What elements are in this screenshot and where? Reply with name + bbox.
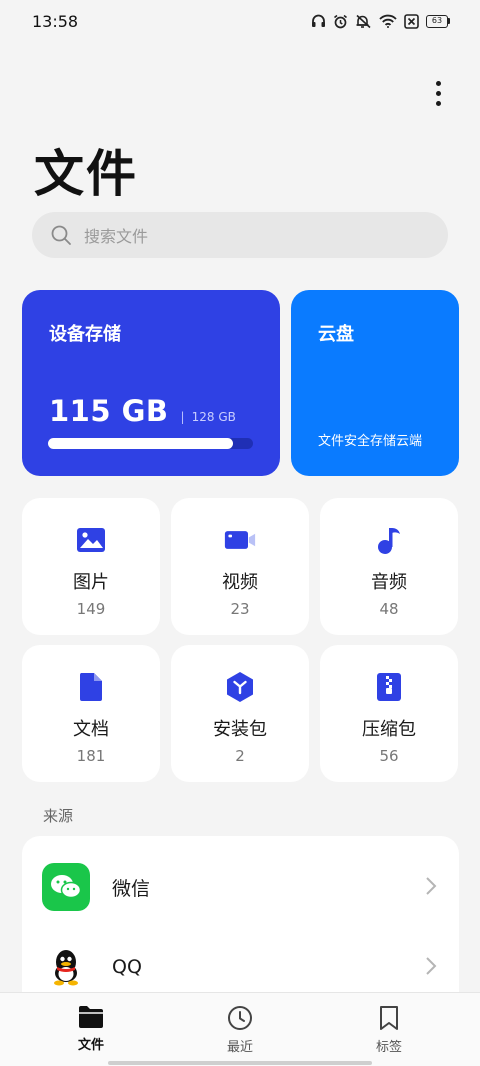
category-count: 149 (76, 600, 106, 618)
search-placeholder: 搜索文件 (84, 227, 149, 246)
document-icon (75, 671, 107, 703)
image-icon (75, 524, 107, 556)
category-count: 2 (235, 747, 245, 765)
category-count: 48 (379, 600, 399, 618)
category-packages[interactable]: 安装包 2 (171, 645, 309, 782)
storage-usage: 115 GB | 128 GB (49, 394, 236, 428)
alarm-icon (334, 14, 347, 28)
source-item-wechat[interactable]: 微信 (22, 852, 459, 922)
category-label: 视频 (222, 572, 258, 593)
chevron-right-icon (426, 957, 437, 975)
storage-total: 128 GB (191, 410, 236, 424)
music-note-icon (373, 524, 405, 556)
source-name: 微信 (112, 877, 151, 900)
nav-label: 标签 (375, 1040, 402, 1055)
nav-label: 文件 (77, 1038, 104, 1053)
category-videos[interactable]: 视频 23 (171, 498, 309, 635)
storage-used: 115 GB (49, 394, 169, 428)
qq-icon (42, 943, 90, 991)
cloud-subtitle: 文件安全存储云端 (318, 434, 423, 449)
category-count: 181 (76, 747, 106, 765)
sources-section-label: 来源 (43, 807, 74, 825)
zip-icon (373, 671, 405, 703)
nav-tags[interactable]: 标签 (349, 1005, 429, 1055)
chevron-right-icon (426, 877, 437, 895)
battery-icon: 63 (426, 14, 450, 28)
home-indicator[interactable] (108, 1061, 372, 1065)
nav-files[interactable]: 文件 (51, 1005, 131, 1053)
sources-list: 微信 QQ (22, 836, 459, 1006)
wifi-icon (379, 14, 397, 28)
folder-icon (79, 1006, 103, 1028)
nav-recent[interactable]: 最近 (200, 1005, 280, 1055)
status-bar: 13:58 63 (0, 0, 480, 42)
clock-icon (228, 1006, 252, 1030)
video-icon (224, 524, 256, 556)
headphones-icon (312, 14, 325, 27)
bookmark-icon (380, 1006, 398, 1030)
storage-progress-fill (48, 438, 233, 449)
storage-separator: | (180, 410, 185, 424)
storage-title: 设备存储 (49, 324, 121, 345)
storage-progress-bar (48, 438, 253, 449)
category-images[interactable]: 图片 149 (22, 498, 160, 635)
search-input[interactable]: 搜索文件 (32, 212, 448, 258)
page-title: 文件 (34, 145, 138, 203)
category-count: 56 (379, 747, 399, 765)
battery-level: 63 (426, 14, 448, 28)
status-time: 13:58 (32, 11, 79, 31)
nav-label: 最近 (226, 1040, 253, 1055)
category-label: 音频 (371, 572, 407, 593)
category-label: 压缩包 (362, 719, 416, 740)
cloud-drive-card[interactable]: 云盘 文件安全存储云端 (291, 290, 459, 476)
package-icon (224, 671, 256, 703)
cloud-title: 云盘 (318, 324, 354, 345)
mute-icon (356, 14, 371, 28)
search-icon (51, 225, 71, 245)
category-count: 23 (230, 600, 250, 618)
category-label: 图片 (73, 572, 109, 593)
wechat-icon (42, 863, 90, 911)
more-vertical-icon[interactable] (424, 78, 452, 108)
device-storage-card[interactable]: 设备存储 115 GB | 128 GB (22, 290, 280, 476)
bottom-nav: 文件 最近 标签 (0, 992, 480, 1066)
category-audio[interactable]: 音频 48 (320, 498, 458, 635)
category-label: 安装包 (213, 719, 267, 740)
no-sim-icon (404, 13, 419, 29)
status-icons: 63 (311, 13, 450, 29)
source-name: QQ (112, 956, 142, 978)
category-documents[interactable]: 文档 181 (22, 645, 160, 782)
category-archives[interactable]: 压缩包 56 (320, 645, 458, 782)
category-label: 文档 (73, 719, 109, 740)
